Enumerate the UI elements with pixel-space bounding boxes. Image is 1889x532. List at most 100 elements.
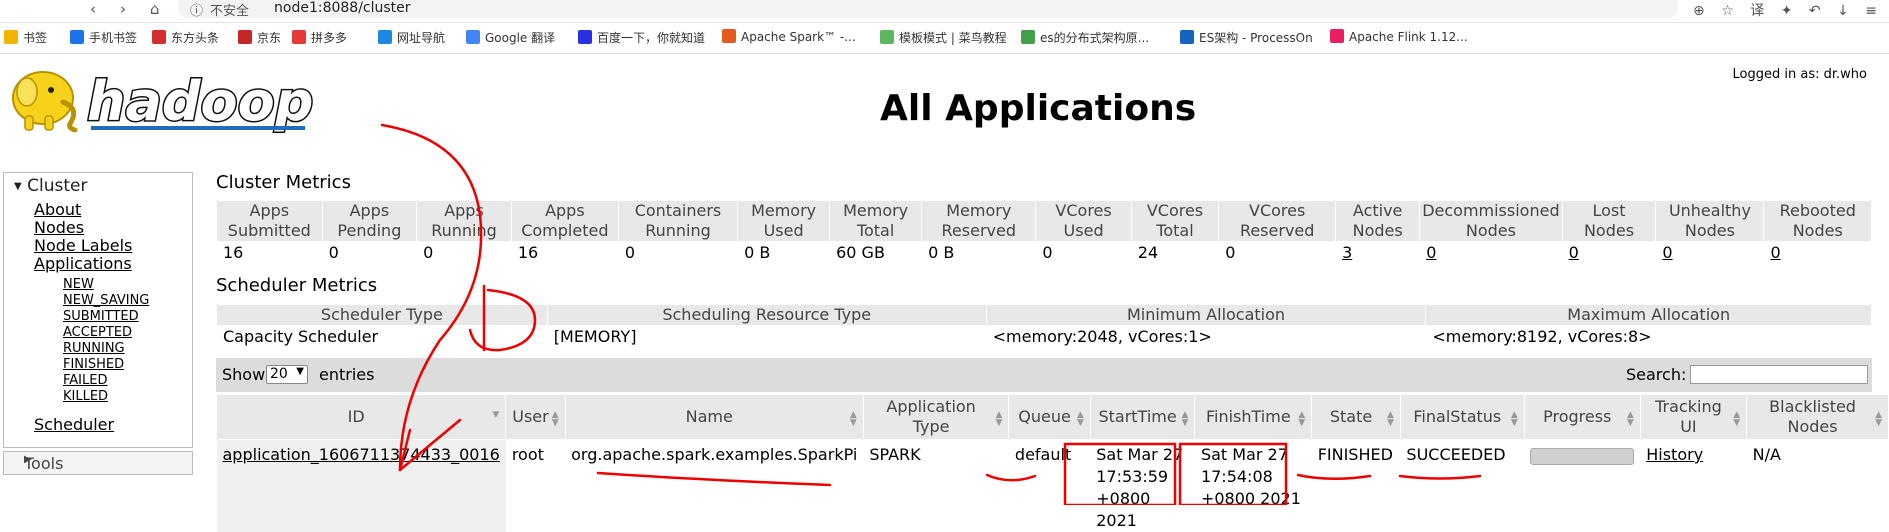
bookmark-item[interactable]: Apache Flink 1.12...	[1330, 29, 1468, 44]
app-progress	[1524, 440, 1640, 532]
metric-link[interactable]: 0	[1426, 243, 1436, 262]
app-name: org.apache.spark.examples.SparkPi	[565, 440, 863, 532]
search-input[interactable]	[1690, 365, 1868, 384]
apps-column-header[interactable]: Application Type▲▼	[863, 395, 1009, 440]
sidebar-state-new[interactable]: NEW	[63, 277, 94, 292]
header-line: Active	[1338, 201, 1417, 221]
info-icon[interactable]: ⓘ	[190, 0, 203, 19]
sidebar-link-applications[interactable]: Applications	[34, 254, 132, 273]
cluster-metric-header: MemoryReserved	[922, 201, 1036, 242]
apps-column-header[interactable]: ID▼	[217, 395, 506, 440]
metric-link[interactable]: 0	[1569, 243, 1579, 262]
menu-icon[interactable]: ≡	[1865, 3, 1877, 19]
sidebar-state-accepted[interactable]: ACCEPTED	[63, 325, 132, 340]
header-line: ID	[221, 407, 491, 427]
bookmark-item[interactable]: ES架构 - ProcessOn	[1180, 29, 1313, 46]
logo-text: hadoop	[87, 70, 313, 133]
apps-column-header[interactable]: FinalStatus▲▼	[1400, 395, 1524, 440]
bookmark-item[interactable]: es的分布式架构原...	[1021, 29, 1149, 46]
star-icon[interactable]: ☆	[1721, 3, 1734, 19]
cluster-metric-value: 0	[1656, 242, 1764, 265]
bookmark-item[interactable]: 手机书签	[70, 29, 137, 46]
header-line: Nodes	[1565, 221, 1654, 241]
bookmark-item[interactable]: 网址导航	[378, 29, 445, 46]
apps-column-header[interactable]: State▲▼	[1312, 395, 1401, 440]
download-icon[interactable]: ↓	[1837, 3, 1849, 19]
sidebar-state-new-saving[interactable]: NEW_SAVING	[63, 293, 149, 308]
metric-link[interactable]: 0	[1662, 243, 1672, 262]
apps-column-header[interactable]: StartTime▲▼	[1090, 395, 1195, 440]
sidebar-link-scheduler[interactable]: Scheduler	[34, 415, 114, 434]
bookmark-item[interactable]: 书签	[4, 29, 47, 46]
sidebar-state-failed[interactable]: FAILED	[63, 373, 107, 388]
header-line: Application Type	[868, 397, 995, 437]
header-line: Blacklisted	[1751, 397, 1874, 417]
sort-icon: ▲▼	[1182, 411, 1189, 427]
translate-icon[interactable]: 译	[1750, 3, 1764, 19]
cluster-metric-value: 0	[1420, 242, 1562, 265]
home-icon[interactable]: ⌂	[150, 0, 160, 18]
sort-icon: ▲▼	[996, 411, 1003, 427]
apps-column-header[interactable]: TrackingUI▲▼	[1640, 395, 1746, 440]
apps-column-header[interactable]: Progress▲▼	[1524, 395, 1640, 440]
apps-column-header[interactable]: Name▲▼	[565, 395, 863, 440]
bookmark-label: 网址导航	[397, 31, 445, 45]
bookmark-icon	[1330, 29, 1344, 43]
bookmark-item[interactable]: 百度一下，你就知道	[578, 29, 705, 46]
apps-column-header[interactable]: FinishTime▲▼	[1195, 395, 1312, 440]
bookmark-icon	[378, 30, 392, 44]
bookmark-item[interactable]: 模板模式 | 菜鸟教程	[880, 29, 1007, 46]
scheduler-metric-value: Capacity Scheduler	[217, 326, 548, 349]
page-size-select[interactable]: 20▼	[266, 365, 308, 384]
header-line: Memory	[740, 201, 827, 221]
bookmark-item[interactable]: Apache Spark™ -...	[722, 29, 856, 44]
bookmark-icon	[722, 29, 736, 43]
extensions-icon[interactable]: ✦	[1781, 3, 1793, 19]
cluster-metric-value: 0	[1764, 242, 1872, 265]
tracking-ui-link[interactable]: History	[1646, 445, 1703, 464]
apps-column-header[interactable]: Queue▲▼	[1009, 395, 1090, 440]
back-icon[interactable]: ‹	[90, 0, 96, 18]
address-bar[interactable]: ⓘ 不安全 node1:8088/cluster	[178, 0, 1678, 18]
bookmark-item[interactable]: 东方头条	[152, 29, 219, 46]
undo-icon[interactable]: ↶	[1809, 3, 1821, 19]
browser-icons: ⊕ ☆ 译 ✦ ↶ ↓ ≡	[1693, 0, 1889, 20]
metric-text: 16	[518, 243, 538, 262]
sidebar-link-nodes[interactable]: Nodes	[34, 218, 84, 237]
bookmark-item[interactable]: Google 翻译	[466, 29, 555, 46]
search-label: Search:	[1626, 365, 1686, 384]
app-id-link[interactable]: application_1606711374433_0016	[223, 445, 500, 464]
header-line: Nodes	[1338, 221, 1417, 241]
apps-column-header[interactable]: User▲▼	[506, 395, 565, 440]
bookmark-item[interactable]: 京东	[238, 29, 281, 46]
sidebar-link-about[interactable]: About	[34, 200, 81, 219]
cluster-metric-value: 0	[1562, 242, 1656, 265]
caret-down-icon: ▼	[14, 181, 22, 192]
bookmark-item[interactable]: 拼多多	[292, 29, 347, 46]
sidebar-state-running[interactable]: RUNNING	[63, 341, 125, 356]
tools-toggle[interactable]: ▶ Tools	[3, 451, 193, 475]
scheduler-metric-header: Minimum Allocation	[986, 305, 1426, 326]
sidebar-link-node-labels[interactable]: Node Labels	[34, 236, 132, 255]
sidebar-state-submitted[interactable]: SUBMITTED	[63, 309, 139, 324]
url-text[interactable]: node1:8088/cluster	[274, 0, 411, 16]
header-line: Tracking	[1645, 397, 1732, 417]
metric-link[interactable]: 3	[1342, 243, 1352, 262]
cluster-metric-header: AppsRunning	[417, 201, 512, 242]
cluster-metric-header: VCoresReserved	[1219, 201, 1336, 242]
header-line: Apps	[514, 201, 616, 221]
chevron-down-icon: ▼	[296, 366, 304, 377]
zoom-icon[interactable]: ⊕	[1693, 3, 1705, 19]
header-line: Used	[740, 221, 827, 241]
app-blacklisted: N/A	[1747, 440, 1889, 532]
metric-text: 0	[625, 243, 635, 262]
forward-icon[interactable]: ›	[120, 0, 126, 18]
sidebar-state-finished[interactable]: FINISHED	[63, 357, 124, 372]
sidebar-state-killed[interactable]: KILLED	[63, 389, 108, 404]
apps-column-header[interactable]: BlacklistedNodes▲▼	[1747, 395, 1889, 440]
bookmark-label: 拼多多	[311, 31, 347, 45]
app-start-time: Sat Mar 2717:53:59+0800 2021	[1090, 440, 1195, 532]
metric-link[interactable]: 0	[1770, 243, 1780, 262]
cluster-toggle[interactable]: ▼ Cluster	[14, 176, 87, 196]
header-line: Name	[570, 407, 849, 427]
